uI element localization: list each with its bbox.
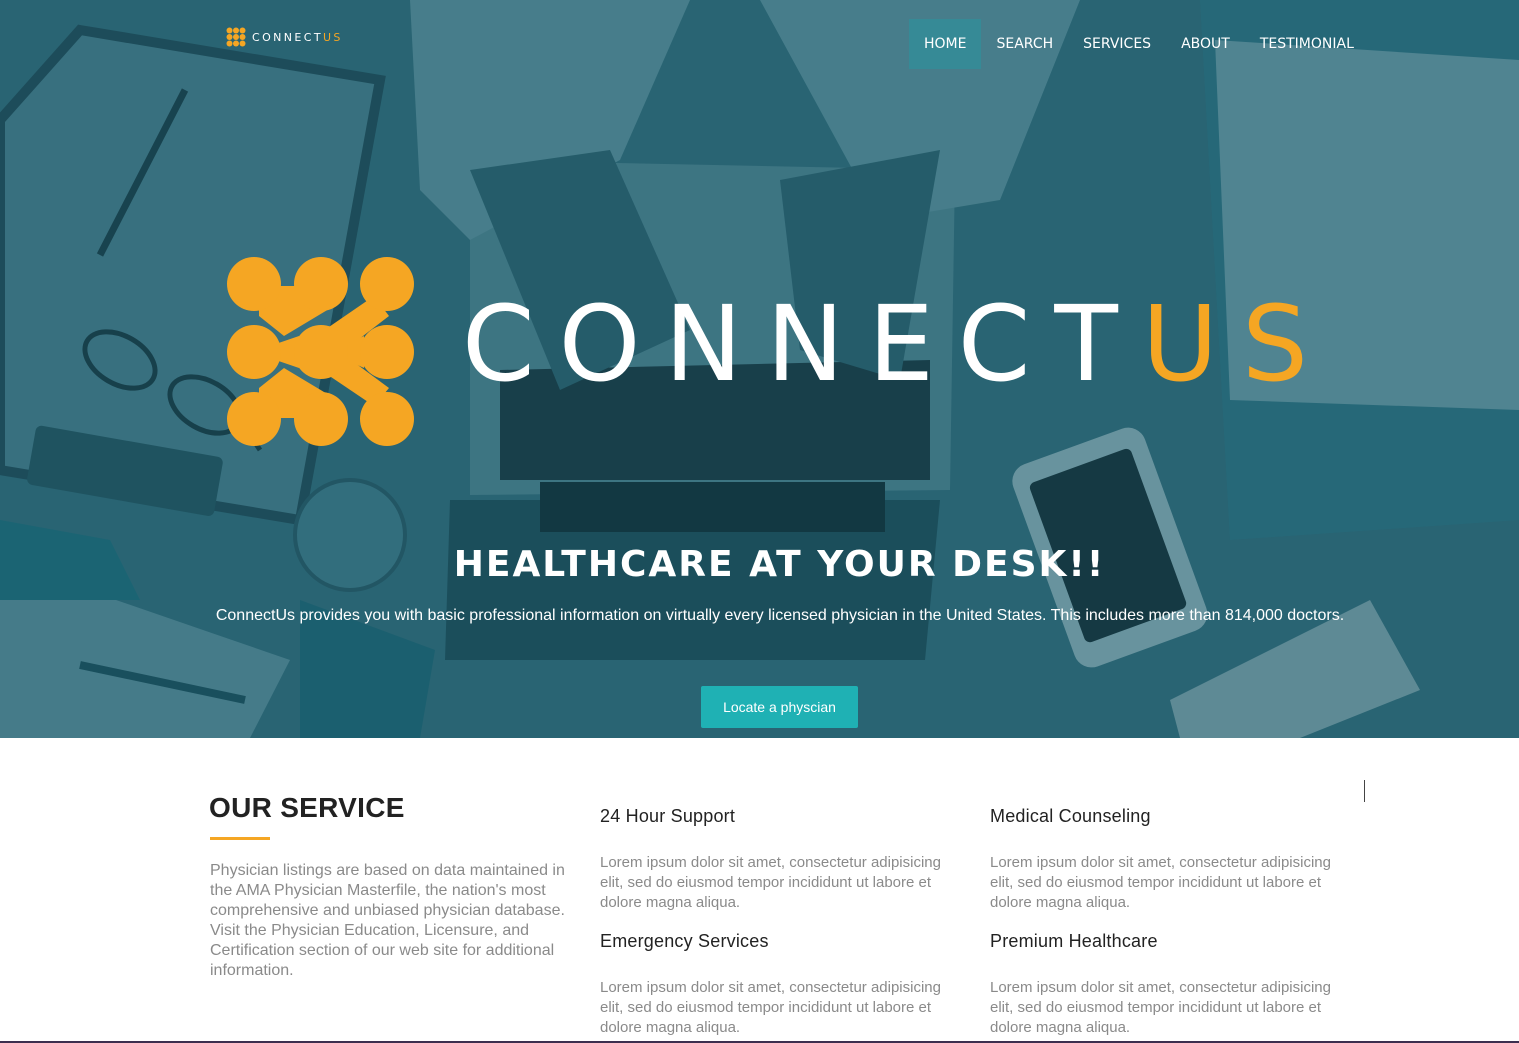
nav-testimonial[interactable]: TESTIMONIAL: [1245, 19, 1369, 69]
feature-emergency-services: Emergency Services Lorem ipsum dolor sit…: [600, 931, 960, 1038]
feature-text: Lorem ipsum dolor sit amet, consectetur …: [990, 979, 1331, 1036]
feature-title: Emergency Services: [600, 931, 769, 951]
nav-home[interactable]: HOME: [909, 19, 982, 69]
nav-about[interactable]: ABOUT: [1166, 19, 1245, 69]
main-nav: HOME SEARCH SERVICES ABOUT TESTIMONIAL: [909, 19, 1369, 69]
feature-title: Premium Healthcare: [990, 931, 1158, 951]
hero-tagline: HEALTHCARE AT YOUR DESK!!: [453, 544, 1106, 585]
nav-services[interactable]: SERVICES: [1068, 19, 1166, 69]
services-intro: Physician listings are based on data mai…: [210, 862, 565, 979]
feature-24-hour-support: 24 Hour Support Lorem ipsum dolor sit am…: [600, 806, 960, 913]
services-section: OUR SERVICE Physician listings are based…: [0, 738, 1519, 1043]
hero-section: CONNECTUS HOME SEARCH SERVICES ABOUT TES…: [0, 0, 1519, 738]
locate-physician-button[interactable]: Locate a physcian: [701, 686, 858, 728]
hero-brand-title: CONNECTUS: [462, 283, 1333, 405]
feature-title: 24 Hour Support: [600, 806, 736, 826]
hero-description: ConnectUs provides you with basic profes…: [215, 607, 1345, 624]
services-title-underline: [210, 837, 270, 840]
feature-title: Medical Counseling: [990, 806, 1151, 826]
text-cursor: [1364, 780, 1365, 802]
brand-name-small: CONNECTUS: [252, 30, 343, 44]
connectus-logo-icon: [226, 27, 246, 47]
feature-premium-healthcare: Premium Healthcare Lorem ipsum dolor sit…: [990, 931, 1350, 1038]
feature-text: Lorem ipsum dolor sit amet, consectetur …: [990, 854, 1331, 911]
services-title: OUR SERVICE: [209, 792, 405, 823]
connectus-logo-large-icon: [227, 257, 414, 446]
feature-medical-counseling: Medical Counseling Lorem ipsum dolor sit…: [990, 806, 1350, 913]
feature-text: Lorem ipsum dolor sit amet, consectetur …: [600, 854, 941, 911]
feature-text: Lorem ipsum dolor sit amet, consectetur …: [600, 979, 941, 1036]
brand-logo-small[interactable]: CONNECTUS: [226, 27, 343, 47]
nav-search[interactable]: SEARCH: [981, 19, 1068, 69]
